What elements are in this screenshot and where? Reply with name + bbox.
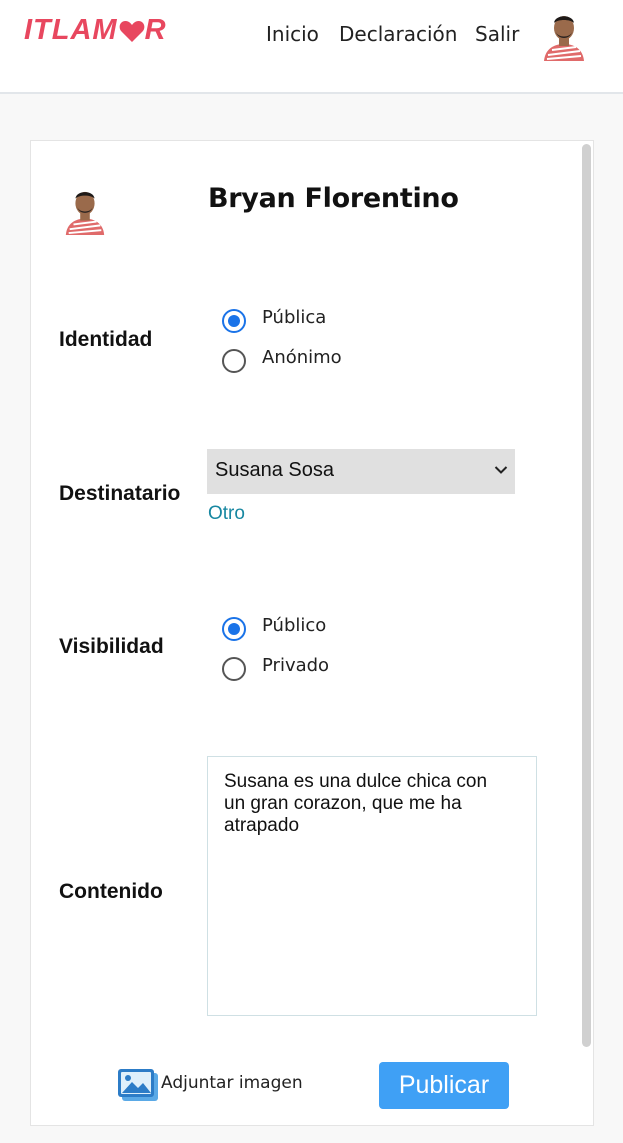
- image-icon: [118, 1069, 158, 1101]
- scrollbar[interactable]: [582, 144, 591, 1047]
- destinatario-label: Destinatario: [59, 482, 181, 505]
- contenido-label: Contenido: [59, 880, 163, 903]
- logo-text-right: R: [144, 14, 167, 46]
- publicar-button[interactable]: Publicar: [379, 1062, 509, 1109]
- visibilidad-label: Visibilidad: [59, 635, 164, 658]
- chevron-down-icon: [494, 466, 508, 474]
- destinatario-select[interactable]: Susana Sosa: [207, 449, 515, 494]
- top-navbar: ITLAM R Inicio Declaración Salir: [0, 0, 623, 94]
- attach-image-button[interactable]: Adjuntar imagen: [117, 1067, 303, 1103]
- contenido-textarea[interactable]: Susana es una dulce chica con un gran co…: [207, 756, 537, 1016]
- nav-declaracion[interactable]: Declaración: [339, 22, 457, 46]
- radio-label: Público: [262, 615, 327, 636]
- identidad-label: Identidad: [59, 328, 153, 351]
- logo-text-left: ITLAM: [24, 14, 118, 46]
- user-avatar-icon[interactable]: [540, 11, 588, 61]
- radio-label: Privado: [262, 655, 330, 676]
- otro-link[interactable]: Otro: [208, 503, 245, 525]
- radio-identidad-anonimo[interactable]: Anónimo: [222, 347, 342, 373]
- radio-label: Pública: [262, 307, 327, 328]
- radio-label: Anónimo: [262, 347, 342, 368]
- radio-identidad-publica[interactable]: Pública: [222, 307, 326, 333]
- radio-button[interactable]: [222, 349, 246, 373]
- radio-button-checked[interactable]: [222, 617, 246, 641]
- select-value: Susana Sosa: [215, 459, 334, 481]
- radio-button-checked[interactable]: [222, 309, 246, 333]
- radio-visibilidad-publico[interactable]: Público: [222, 615, 326, 641]
- profile-name: Bryan Florentino: [208, 183, 459, 214]
- radio-button[interactable]: [222, 657, 246, 681]
- profile-avatar-icon: [65, 191, 105, 235]
- heart-icon: [119, 20, 144, 42]
- radio-visibilidad-privado[interactable]: Privado: [222, 655, 329, 681]
- nav-salir[interactable]: Salir: [475, 22, 519, 46]
- attach-label: Adjuntar imagen: [161, 1073, 303, 1093]
- nav-inicio[interactable]: Inicio: [266, 22, 319, 46]
- app-logo[interactable]: ITLAM R: [24, 14, 167, 47]
